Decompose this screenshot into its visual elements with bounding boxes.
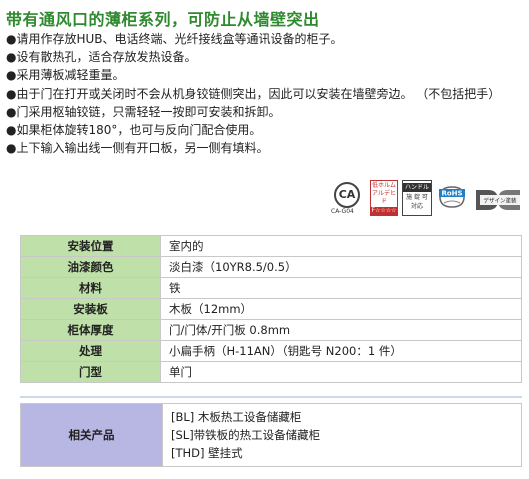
spec-label: 安装位置 [20,235,161,257]
fstar-line2: アルデヒド [372,190,396,205]
spec-label: 油漆颜色 [20,256,161,278]
feature-item: ●门采用枢轴铰链，只需轻轻一按即可安装和拆卸。 [6,104,281,119]
low-formaldehyde-logo: 低ホルム アルデヒド F☆☆☆☆ [370,180,398,216]
page-title: 带有通风口的薄柜系列，可防止从墙壁突出 [6,10,320,29]
spec-value: 铁 [160,277,522,299]
spec-value: 单门 [160,361,522,383]
section-divider [20,396,522,398]
design-paint-logo: デザイン塗装 [476,190,520,210]
fstar-mark: F☆☆☆☆ [371,207,397,215]
feature-item: ●设有散热孔，适合存放发热设备。 [6,50,197,65]
spec-value: 室内的 [160,235,522,257]
feature-item: ●请用作存放HUB、电话终端、光纤接线盒等通讯设备的柜子。 [6,32,343,46]
related-product-item: [BL] 木板热工设备储藏柜 [171,410,302,424]
related-product-item: [SL]带铁板的热工设备储藏柜 [171,428,321,442]
feature-list: ●请用作存放HUB、电话终端、光纤接线盒等通讯设备的柜子。 ●设有散热孔，适合存… [6,30,522,157]
related-products-list: [BL] 木板热工设备储藏柜 [SL]带铁板的热工设备储藏柜 [THD] 壁挂式 [162,403,522,467]
design-paint-label: デザイン塗装 [483,197,517,205]
related-products-label: 相关产品 [20,403,163,467]
handle-line1: ハンドル [403,183,431,192]
ca-certification-code: CA-G04 [331,208,354,215]
table-row: 安装位置 室内的 [20,235,522,257]
rohs-label: RoHS [441,190,462,198]
related-products-table: 相关产品 [BL] 木板热工设备储藏柜 [SL]带铁板的热工设备储藏柜 [THD… [20,403,522,467]
spec-label: 门型 [20,361,161,383]
table-row: 柜体厚度 门/门体/开门板 0.8mm [20,319,522,341]
feature-item: ●上下输入输出线一侧有开口板，另一侧有填料。 [6,141,269,156]
ca-certification-logo: CA [334,182,360,208]
spec-label: 材料 [20,277,161,299]
spec-label: 安装板 [20,298,161,320]
table-row: 油漆颜色 淡白漆（10YR8.5/0.5） [20,256,522,278]
spec-label: 柜体厚度 [20,319,161,341]
related-product-item: [THD] 壁挂式 [171,446,243,460]
table-row: 门型 单门 [20,361,522,383]
feature-item: ●如果柜体旋转180°，也可与反向门配合使用。 [6,123,262,138]
spec-value: 小扁手柄（H-11AN）（钥匙号 N200：1 件） [160,340,522,362]
handle-line2: 施 錠 可 [406,194,428,201]
rohs-logo: RoHS [439,186,465,208]
handle-line3: 対応 [410,203,423,210]
table-row: 处理 小扁手柄（H-11AN）（钥匙号 N200：1 件） [20,340,522,362]
table-row: 相关产品 [BL] 木板热工设备储藏柜 [SL]带铁板的热工设备储藏柜 [THD… [20,403,522,467]
fstar-line1: 低ホルム [372,182,396,189]
spec-value: 门/门体/开门板 0.8mm [160,319,522,341]
handle-lock-logo: ハンドル 施 錠 可 対応 [402,180,432,216]
spec-table: 安装位置 室内的 油漆颜色 淡白漆（10YR8.5/0.5） 材料 铁 安装板 … [20,235,522,383]
spec-label: 处理 [20,340,161,362]
table-row: 安装板 木板（12mm） [20,298,522,320]
spec-value: 木板（12mm） [160,298,522,320]
feature-item: ●采用薄板减轻重量。 [6,68,125,83]
spec-value: 淡白漆（10YR8.5/0.5） [160,256,522,278]
table-row: 材料 铁 [20,277,522,299]
feature-item: ●由于门在打开或关闭时不会从机身铰链侧突出，因此可以安装在墙壁旁边。 （不包括把… [6,86,501,101]
